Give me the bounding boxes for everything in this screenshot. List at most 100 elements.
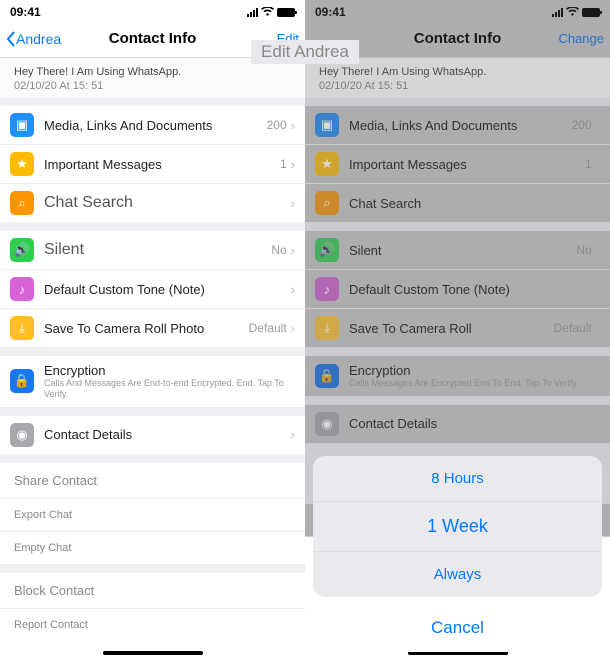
save-val: Default — [249, 321, 287, 335]
about-date: 02/10/20 At 15: 51 — [319, 80, 596, 92]
encryption-row[interactable]: 🔒 Encryption Calls And Messages Are End-… — [0, 356, 305, 408]
chevron-right-icon: › — [291, 196, 295, 211]
battery-icon — [582, 8, 600, 17]
tone-label: Default Custom Tone (Note) — [44, 282, 291, 297]
chevron-right-icon: › — [596, 416, 600, 431]
home-indicator — [103, 651, 203, 655]
chevron-right-icon: › — [596, 282, 600, 297]
mute-row[interactable]: 🔊 Silent No › — [305, 231, 610, 270]
block-contact[interactable]: Block Contact — [0, 573, 305, 609]
share-contact[interactable]: Share Contact — [0, 463, 305, 499]
signal-icon — [247, 8, 258, 17]
mute-label: Silent — [349, 243, 576, 258]
mute-label: Silent — [44, 241, 271, 259]
chevron-right-icon: › — [291, 321, 295, 336]
export-chat[interactable]: Export Chat — [0, 499, 305, 532]
speaker-icon: 🔊 — [315, 238, 339, 262]
chevron-right-icon: › — [291, 243, 295, 258]
search-label: Chat Search — [44, 194, 291, 212]
music-icon: ♪ — [10, 277, 34, 301]
chevron-right-icon: › — [596, 157, 600, 172]
save-val: Default — [554, 321, 592, 335]
starred-row[interactable]: ★ Important Messages 1 › — [0, 145, 305, 184]
mute-val: No — [576, 243, 591, 257]
starred-count: 1 — [280, 157, 287, 171]
photo-icon: ▣ — [10, 113, 34, 137]
empty-chat[interactable]: Empty Chat — [0, 532, 305, 565]
details-label: Contact Details — [349, 416, 596, 431]
page-title: Contact Info — [109, 30, 197, 47]
lock-icon: 🔒 — [10, 369, 34, 393]
sheet-option-always[interactable]: Always — [313, 552, 602, 597]
save-row[interactable]: ⤓ Save To Camera Roll Photo Default › — [0, 309, 305, 348]
chevron-right-icon: › — [291, 282, 295, 297]
about-section: Hey There! I Am Using WhatsApp. 02/10/20… — [0, 58, 305, 98]
music-icon: ♪ — [315, 277, 339, 301]
status-time: 09:41 — [315, 5, 346, 19]
starred-row[interactable]: ★ Important Messages 1 › — [305, 145, 610, 184]
details-row[interactable]: ◉ Contact Details › — [0, 416, 305, 455]
media-label: Media, Links And Documents — [44, 118, 267, 133]
edit-overlay-label: Edit Andrea — [251, 40, 359, 64]
speaker-icon: 🔊 — [10, 238, 34, 262]
encryption-row[interactable]: 🔒 Encryption Calls Messages Are Encrypte… — [305, 356, 610, 397]
sheet-option-1week[interactable]: 1 Week — [313, 502, 602, 552]
wifi-icon — [566, 7, 579, 17]
star-icon: ★ — [315, 152, 339, 176]
change-button[interactable]: Change — [558, 31, 604, 46]
battery-icon — [277, 8, 295, 17]
starred-count: 1 — [585, 157, 592, 171]
media-row[interactable]: ▣ Media, Links And Documents 200 › — [0, 106, 305, 145]
media-count: 200 — [267, 118, 287, 132]
tone-label: Default Custom Tone (Note) — [349, 282, 596, 297]
search-icon: ⌕ — [10, 191, 34, 215]
lock-icon: 🔒 — [315, 364, 339, 388]
wifi-icon — [261, 7, 274, 17]
media-label: Media, Links And Documents — [349, 118, 572, 133]
tone-row[interactable]: ♪ Default Custom Tone (Note) › — [0, 270, 305, 309]
encrypt-sub: Calls And Messages Are End-to-end Encryp… — [44, 378, 295, 400]
status-time: 09:41 — [10, 5, 41, 19]
chevron-right-icon: › — [596, 243, 600, 258]
chevron-right-icon: › — [596, 321, 600, 336]
tone-row[interactable]: ♪ Default Custom Tone (Note) › — [305, 270, 610, 309]
signal-icon — [552, 8, 563, 17]
report-contact[interactable]: Report Contact — [0, 609, 305, 641]
contact-icon: ◉ — [315, 412, 339, 436]
chevron-left-icon — [6, 31, 15, 47]
chevron-right-icon: › — [291, 118, 295, 133]
chevron-right-icon: › — [596, 118, 600, 133]
search-label: Chat Search — [349, 196, 596, 211]
sheet-cancel[interactable]: Cancel — [313, 604, 602, 652]
media-count: 200 — [572, 118, 592, 132]
search-row[interactable]: ⌕ Chat Search › — [0, 184, 305, 223]
search-row[interactable]: ⌕ Chat Search › — [305, 184, 610, 223]
download-icon: ⤓ — [10, 316, 34, 340]
media-row[interactable]: ▣ Media, Links And Documents 200 › — [305, 106, 610, 145]
details-row[interactable]: ◉ Contact Details › — [305, 405, 610, 444]
details-label: Contact Details — [44, 427, 291, 442]
chevron-right-icon: › — [291, 157, 295, 172]
star-icon: ★ — [10, 152, 34, 176]
back-button[interactable]: Andrea — [6, 31, 61, 47]
about-text: Hey There! I Am Using WhatsApp. — [14, 66, 291, 78]
sheet-option-8hours[interactable]: 8 Hours — [313, 456, 602, 502]
starred-label: Important Messages — [349, 157, 585, 172]
mute-row[interactable]: 🔊 Silent No › — [0, 231, 305, 270]
starred-label: Important Messages — [44, 157, 280, 172]
status-bar: 09:41 — [305, 0, 610, 20]
encrypt-sub: Calls Messages Are Encrypted End To End.… — [349, 378, 600, 389]
download-icon: ⤓ — [315, 316, 339, 340]
chevron-right-icon: › — [596, 196, 600, 211]
encrypt-label: Encryption — [349, 363, 600, 378]
about-date: 02/10/20 At 15: 51 — [14, 80, 291, 92]
save-row[interactable]: ⤓ Save To Camera Roll Default › — [305, 309, 610, 348]
contact-icon: ◉ — [10, 423, 34, 447]
mute-val: No — [271, 243, 286, 257]
photo-icon: ▣ — [315, 113, 339, 137]
action-sheet: 8 Hours 1 Week Always Cancel — [313, 456, 602, 652]
save-label: Save To Camera Roll Photo — [44, 321, 249, 336]
about-section: Hey There! I Am Using WhatsApp. 02/10/20… — [305, 58, 610, 98]
status-bar: 09:41 — [0, 0, 305, 20]
page-title: Contact Info — [414, 30, 502, 47]
